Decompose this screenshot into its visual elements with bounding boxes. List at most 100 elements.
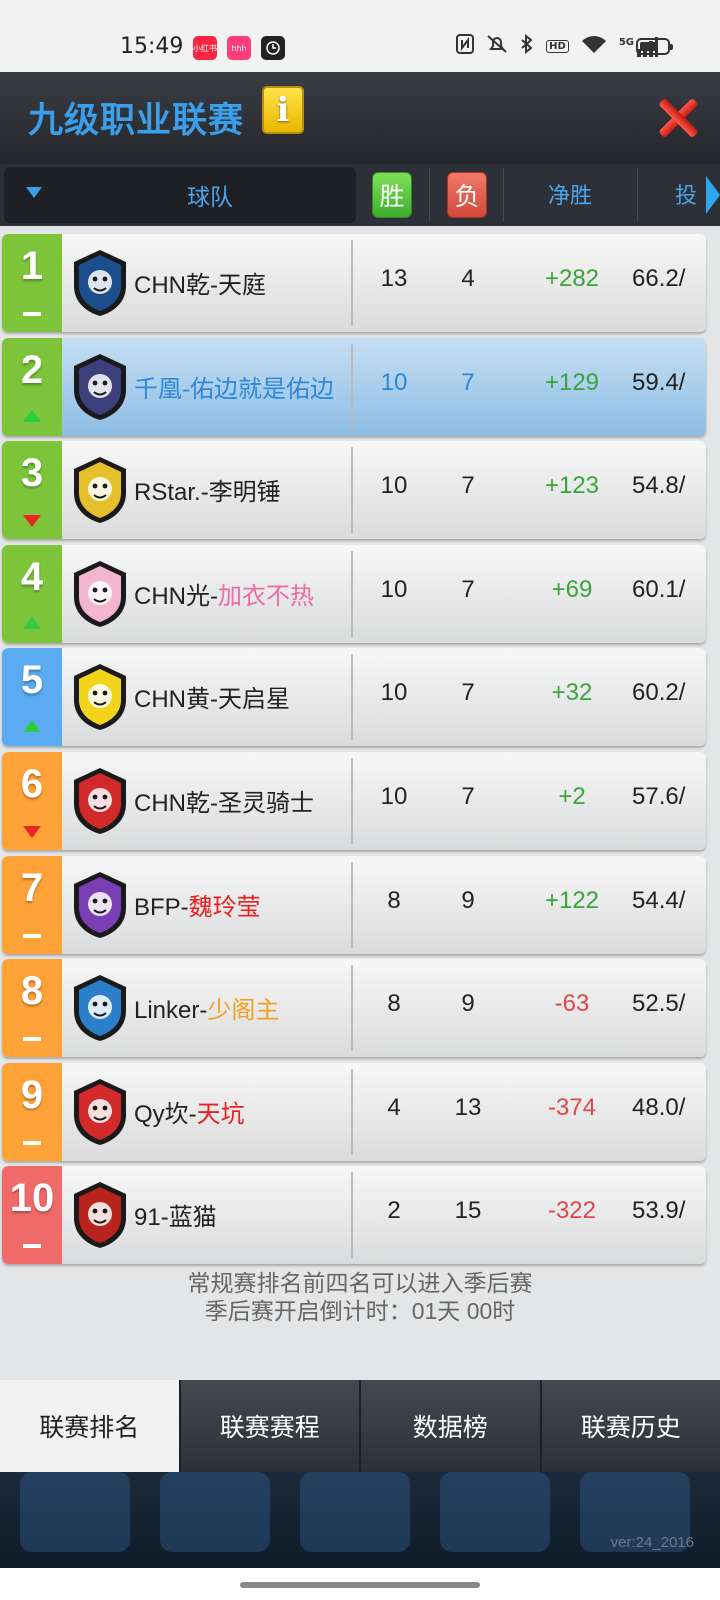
dialog-header: 九级职业联赛 i <box>0 72 720 164</box>
scroll-right-arrow-icon[interactable] <box>706 176 720 214</box>
rank-number: 2 <box>20 347 44 392</box>
team-prefix: Linker- <box>134 997 208 1025</box>
team-prefix: Qy坎- <box>134 1100 197 1128</box>
status-time: 15:49 <box>120 34 184 59</box>
rank-number: 6 <box>20 762 44 806</box>
table-row[interactable]: 8 Linker-少阁主 8 9 -63 52.5/ <box>2 959 706 1058</box>
pct-column-header[interactable]: 投 <box>675 178 697 210</box>
rank-badge: 10 <box>2 1166 62 1265</box>
trend-up-icon <box>23 409 41 422</box>
team-prefix: 千凰- <box>134 375 190 403</box>
wins-column-header[interactable]: 胜 <box>372 172 412 218</box>
wins-value: 2 <box>387 1197 401 1225</box>
team-name: 91-蓝猫 <box>134 1197 217 1232</box>
player-name: 加衣不热 <box>218 582 314 610</box>
nfc-icon <box>456 34 475 59</box>
wins-value: 10 <box>380 575 408 603</box>
column-divider <box>637 168 638 222</box>
pct-value: 66.2/ <box>632 265 686 292</box>
team-name: CHN乾-圣灵骑士 <box>134 783 314 818</box>
system-nav-bar <box>0 1568 720 1600</box>
clock-app-icon <box>261 36 285 60</box>
player-name: 圣灵骑士 <box>218 790 314 817</box>
row-divider <box>351 861 353 948</box>
row-divider <box>351 654 353 741</box>
net-column-header[interactable]: 净胜 <box>548 178 592 210</box>
rank-badge: 5 <box>2 648 62 747</box>
row-divider <box>351 1068 353 1155</box>
table-row[interactable]: 3 RStar.-李明锤 10 7 +123 54.8/ <box>2 441 706 540</box>
net-value: +123 <box>544 472 600 500</box>
tab-stats-board[interactable]: 数据榜 <box>361 1380 540 1472</box>
dragon-logo <box>70 352 130 422</box>
rank-badge: 3 <box>2 441 62 540</box>
net-value: +69 <box>551 575 593 603</box>
playoff-countdown-text: 季后赛开启倒计时：01天 00时 <box>204 1298 516 1324</box>
wins-value: 10 <box>380 783 408 810</box>
wins-value: 8 <box>387 990 401 1018</box>
wins-value: 8 <box>387 886 401 914</box>
pct-value: 53.9/ <box>632 1197 686 1225</box>
info-icon[interactable]: i <box>262 86 304 134</box>
trend-down-icon <box>23 515 41 528</box>
column-divider <box>503 168 504 222</box>
team-name: RStar.-李明锤 <box>134 472 281 507</box>
background-menu-icon <box>440 1472 550 1552</box>
game-menu-background: ver:24_2016 <box>0 1472 720 1568</box>
pct-value: 60.1/ <box>632 575 686 603</box>
team-name: CHN黄-天启星 <box>134 679 290 714</box>
net-value: +129 <box>544 368 600 396</box>
background-menu-icon <box>20 1472 130 1552</box>
row-divider <box>351 550 353 637</box>
team-prefix: BFP- <box>134 893 189 921</box>
losses-value: 7 <box>461 575 475 603</box>
table-row[interactable]: 6 CHN乾-圣灵骑士 10 7 +2 57.6/ <box>2 752 706 850</box>
rank-number: 5 <box>20 658 44 703</box>
trend-same-icon <box>23 933 41 938</box>
rank-number: 3 <box>20 451 44 496</box>
player-name: 天庭 <box>218 272 266 299</box>
home-gesture-handle[interactable] <box>240 1582 480 1588</box>
row-divider <box>351 240 353 326</box>
playoff-notes: 常规赛排名前四名可以进入季后赛 季后赛开启倒计时：01天 00时 <box>0 1269 720 1325</box>
player-name: 蓝猫 <box>168 1204 217 1232</box>
team-prefix: CHN乾- <box>134 272 218 299</box>
ram-logo <box>70 1077 130 1147</box>
rank-badge: 6 <box>2 752 62 850</box>
tab-league-history[interactable]: 联赛历史 <box>541 1380 720 1472</box>
tab-league-ranking[interactable]: 联赛排名 <box>0 1380 179 1472</box>
net-value: -374 <box>547 1093 597 1121</box>
team-name: CHN光-加衣不热 <box>134 576 314 611</box>
trend-up-icon <box>23 720 41 733</box>
losses-column-header[interactable]: 负 <box>447 172 487 218</box>
table-row[interactable]: 2 千凰-佑边就是佑边 10 7 +129 59.4/ <box>2 337 706 436</box>
pct-value: 60.2/ <box>632 679 686 707</box>
tab-league-schedule[interactable]: 联赛赛程 <box>180 1380 359 1472</box>
standings-panel: 球队 胜 负 净胜 投 1 CHN乾-天庭 13 4 +282 66.2/ 2 … <box>0 164 720 1380</box>
background-menu-icon <box>300 1472 410 1552</box>
rank-number: 4 <box>20 554 44 599</box>
rank-badge: 4 <box>2 544 62 643</box>
table-row[interactable]: 5 CHN黄-天启星 10 7 +32 60.2/ <box>2 648 706 747</box>
table-row[interactable]: 1 CHN乾-天庭 13 4 +282 66.2/ <box>2 234 706 332</box>
wins-value: 10 <box>380 679 408 707</box>
net-value: +32 <box>551 679 593 707</box>
table-row[interactable]: 10 91-蓝猫 2 15 -322 53.9/ <box>2 1166 706 1265</box>
rabbit-logo <box>70 870 130 940</box>
losses-value: 4 <box>461 265 475 292</box>
row-divider <box>351 965 353 1052</box>
trend-up-icon <box>23 616 41 629</box>
row-divider <box>351 343 353 430</box>
dragon-red-logo <box>70 1180 130 1250</box>
table-row[interactable]: 9 Qy坎-天坑 4 13 -374 48.0/ <box>2 1062 706 1161</box>
playoff-rule-text: 常规赛排名前四名可以进入季后赛 <box>187 1270 533 1296</box>
close-icon[interactable] <box>658 98 698 138</box>
losses-value: 9 <box>461 990 475 1018</box>
table-row[interactable]: 4 CHN光-加衣不热 10 7 +69 60.1/ <box>2 544 706 643</box>
losses-value: 15 <box>454 1197 482 1225</box>
team-column-label: 球队 <box>187 184 233 210</box>
bottom-tab-bar: 联赛排名 联赛赛程 数据榜 联赛历史 <box>0 1380 720 1472</box>
wins-value: 4 <box>387 1093 401 1121</box>
bilibili-app-icon: hhh <box>227 36 251 60</box>
table-row[interactable]: 7 BFP-魏玲莹 8 9 +122 54.4/ <box>2 855 706 954</box>
